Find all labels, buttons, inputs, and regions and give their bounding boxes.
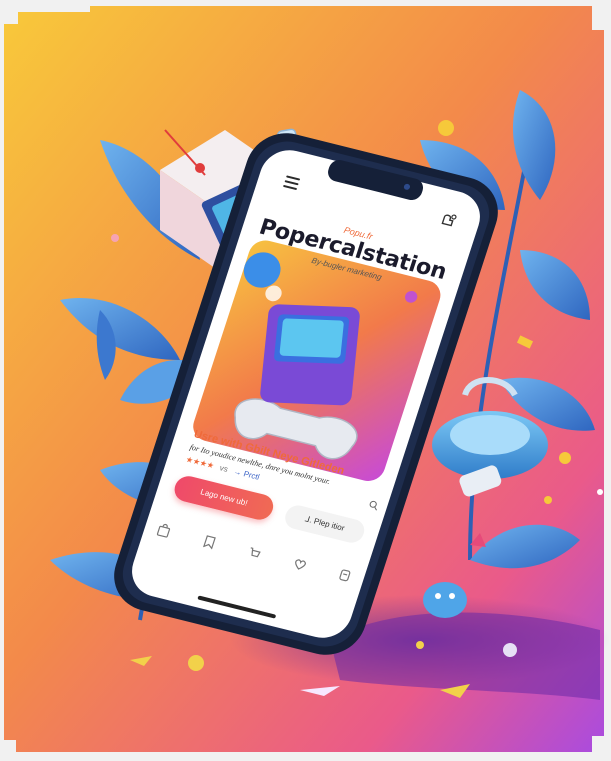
- illustration-stage: Popu.fr Popercalstation By-bugler market…: [0, 0, 611, 761]
- primary-cta-button[interactable]: Lago new ub!: [171, 473, 277, 523]
- bag-icon[interactable]: [155, 522, 173, 539]
- rating-meta: vs: [218, 463, 230, 474]
- rating-stars: ★★★★: [184, 454, 216, 471]
- cart-icon[interactable]: [245, 544, 263, 561]
- heart-icon[interactable]: [291, 556, 309, 573]
- small-blue-creature: [423, 582, 467, 618]
- secondary-button[interactable]: ⅃. Plep itior: [282, 502, 368, 546]
- settings-icon[interactable]: [336, 567, 354, 584]
- hamburger-menu-icon[interactable]: [282, 175, 301, 191]
- profile-icon[interactable]: [439, 210, 460, 229]
- search-icon[interactable]: [367, 500, 380, 512]
- bookmark-icon[interactable]: [200, 533, 218, 550]
- rating-tag[interactable]: → Prctl: [232, 467, 260, 482]
